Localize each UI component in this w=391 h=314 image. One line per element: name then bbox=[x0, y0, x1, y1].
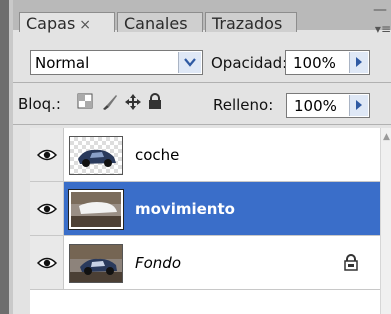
layer-row-movimiento[interactable]: movimiento bbox=[30, 182, 380, 236]
close-icon[interactable]: × bbox=[79, 17, 91, 33]
visibility-toggle[interactable] bbox=[30, 182, 64, 235]
layers-scrollbar[interactable]: ▲ bbox=[380, 128, 391, 314]
tab-strip: Capas × Canales Trazados — ▾≡ bbox=[13, 0, 391, 36]
workspace-edge bbox=[0, 0, 9, 314]
divider bbox=[13, 82, 391, 83]
layer-name: movimiento bbox=[135, 200, 235, 218]
tab-capas[interactable]: Capas × bbox=[19, 12, 115, 33]
layers-list: coche movimiento Fondo ▲ bbox=[30, 128, 391, 314]
layer-thumbnail bbox=[69, 136, 123, 175]
fill-label: Relleno: bbox=[213, 96, 274, 114]
panel-menu-icon[interactable]: ▾≡ bbox=[375, 22, 391, 36]
eye-icon bbox=[36, 203, 57, 214]
layer-name: coche bbox=[135, 146, 180, 164]
fill-field[interactable]: 100% bbox=[286, 93, 370, 118]
tab-label: Capas bbox=[26, 14, 76, 33]
opacity-label: Opacidad: bbox=[211, 54, 288, 72]
divider bbox=[13, 124, 391, 125]
chevron-down-icon[interactable] bbox=[178, 52, 201, 73]
chevron-right-icon[interactable] bbox=[349, 52, 368, 73]
visibility-toggle[interactable] bbox=[30, 128, 64, 181]
minimize-icon[interactable]: — bbox=[373, 2, 387, 18]
eye-icon bbox=[36, 149, 57, 160]
brush-icon[interactable] bbox=[101, 93, 119, 115]
tab-label: Canales bbox=[124, 14, 188, 33]
chevron-right-icon[interactable] bbox=[349, 95, 368, 116]
tab-trazados[interactable]: Trazados bbox=[205, 12, 297, 33]
visibility-toggle[interactable] bbox=[30, 236, 64, 289]
layer-thumbnail bbox=[68, 189, 124, 230]
lock-label: Bloq.: bbox=[18, 95, 61, 113]
layers-panel: Capas × Canales Trazados — ▾≡ Normal Opac… bbox=[13, 0, 391, 314]
fill-value: 100% bbox=[294, 97, 337, 115]
blend-mode-select[interactable]: Normal bbox=[30, 50, 203, 75]
layer-thumbnail bbox=[69, 244, 123, 283]
lock-icon[interactable] bbox=[148, 93, 162, 114]
blend-mode-value: Normal bbox=[35, 54, 90, 72]
lock-icon bbox=[344, 254, 358, 275]
tab-canales[interactable]: Canales bbox=[117, 12, 203, 33]
layer-row-coche[interactable]: coche bbox=[30, 128, 380, 182]
lock-transparency-icon[interactable] bbox=[77, 93, 93, 113]
eye-icon bbox=[36, 257, 57, 268]
move-icon[interactable] bbox=[124, 93, 142, 115]
chevron-up-icon[interactable]: ▲ bbox=[381, 132, 391, 144]
layer-row-fondo[interactable]: Fondo bbox=[30, 236, 380, 290]
tab-label: Trazados bbox=[212, 14, 283, 33]
opacity-value: 100% bbox=[293, 54, 336, 72]
opacity-field[interactable]: 100% bbox=[285, 50, 370, 75]
layer-name: Fondo bbox=[135, 254, 182, 272]
